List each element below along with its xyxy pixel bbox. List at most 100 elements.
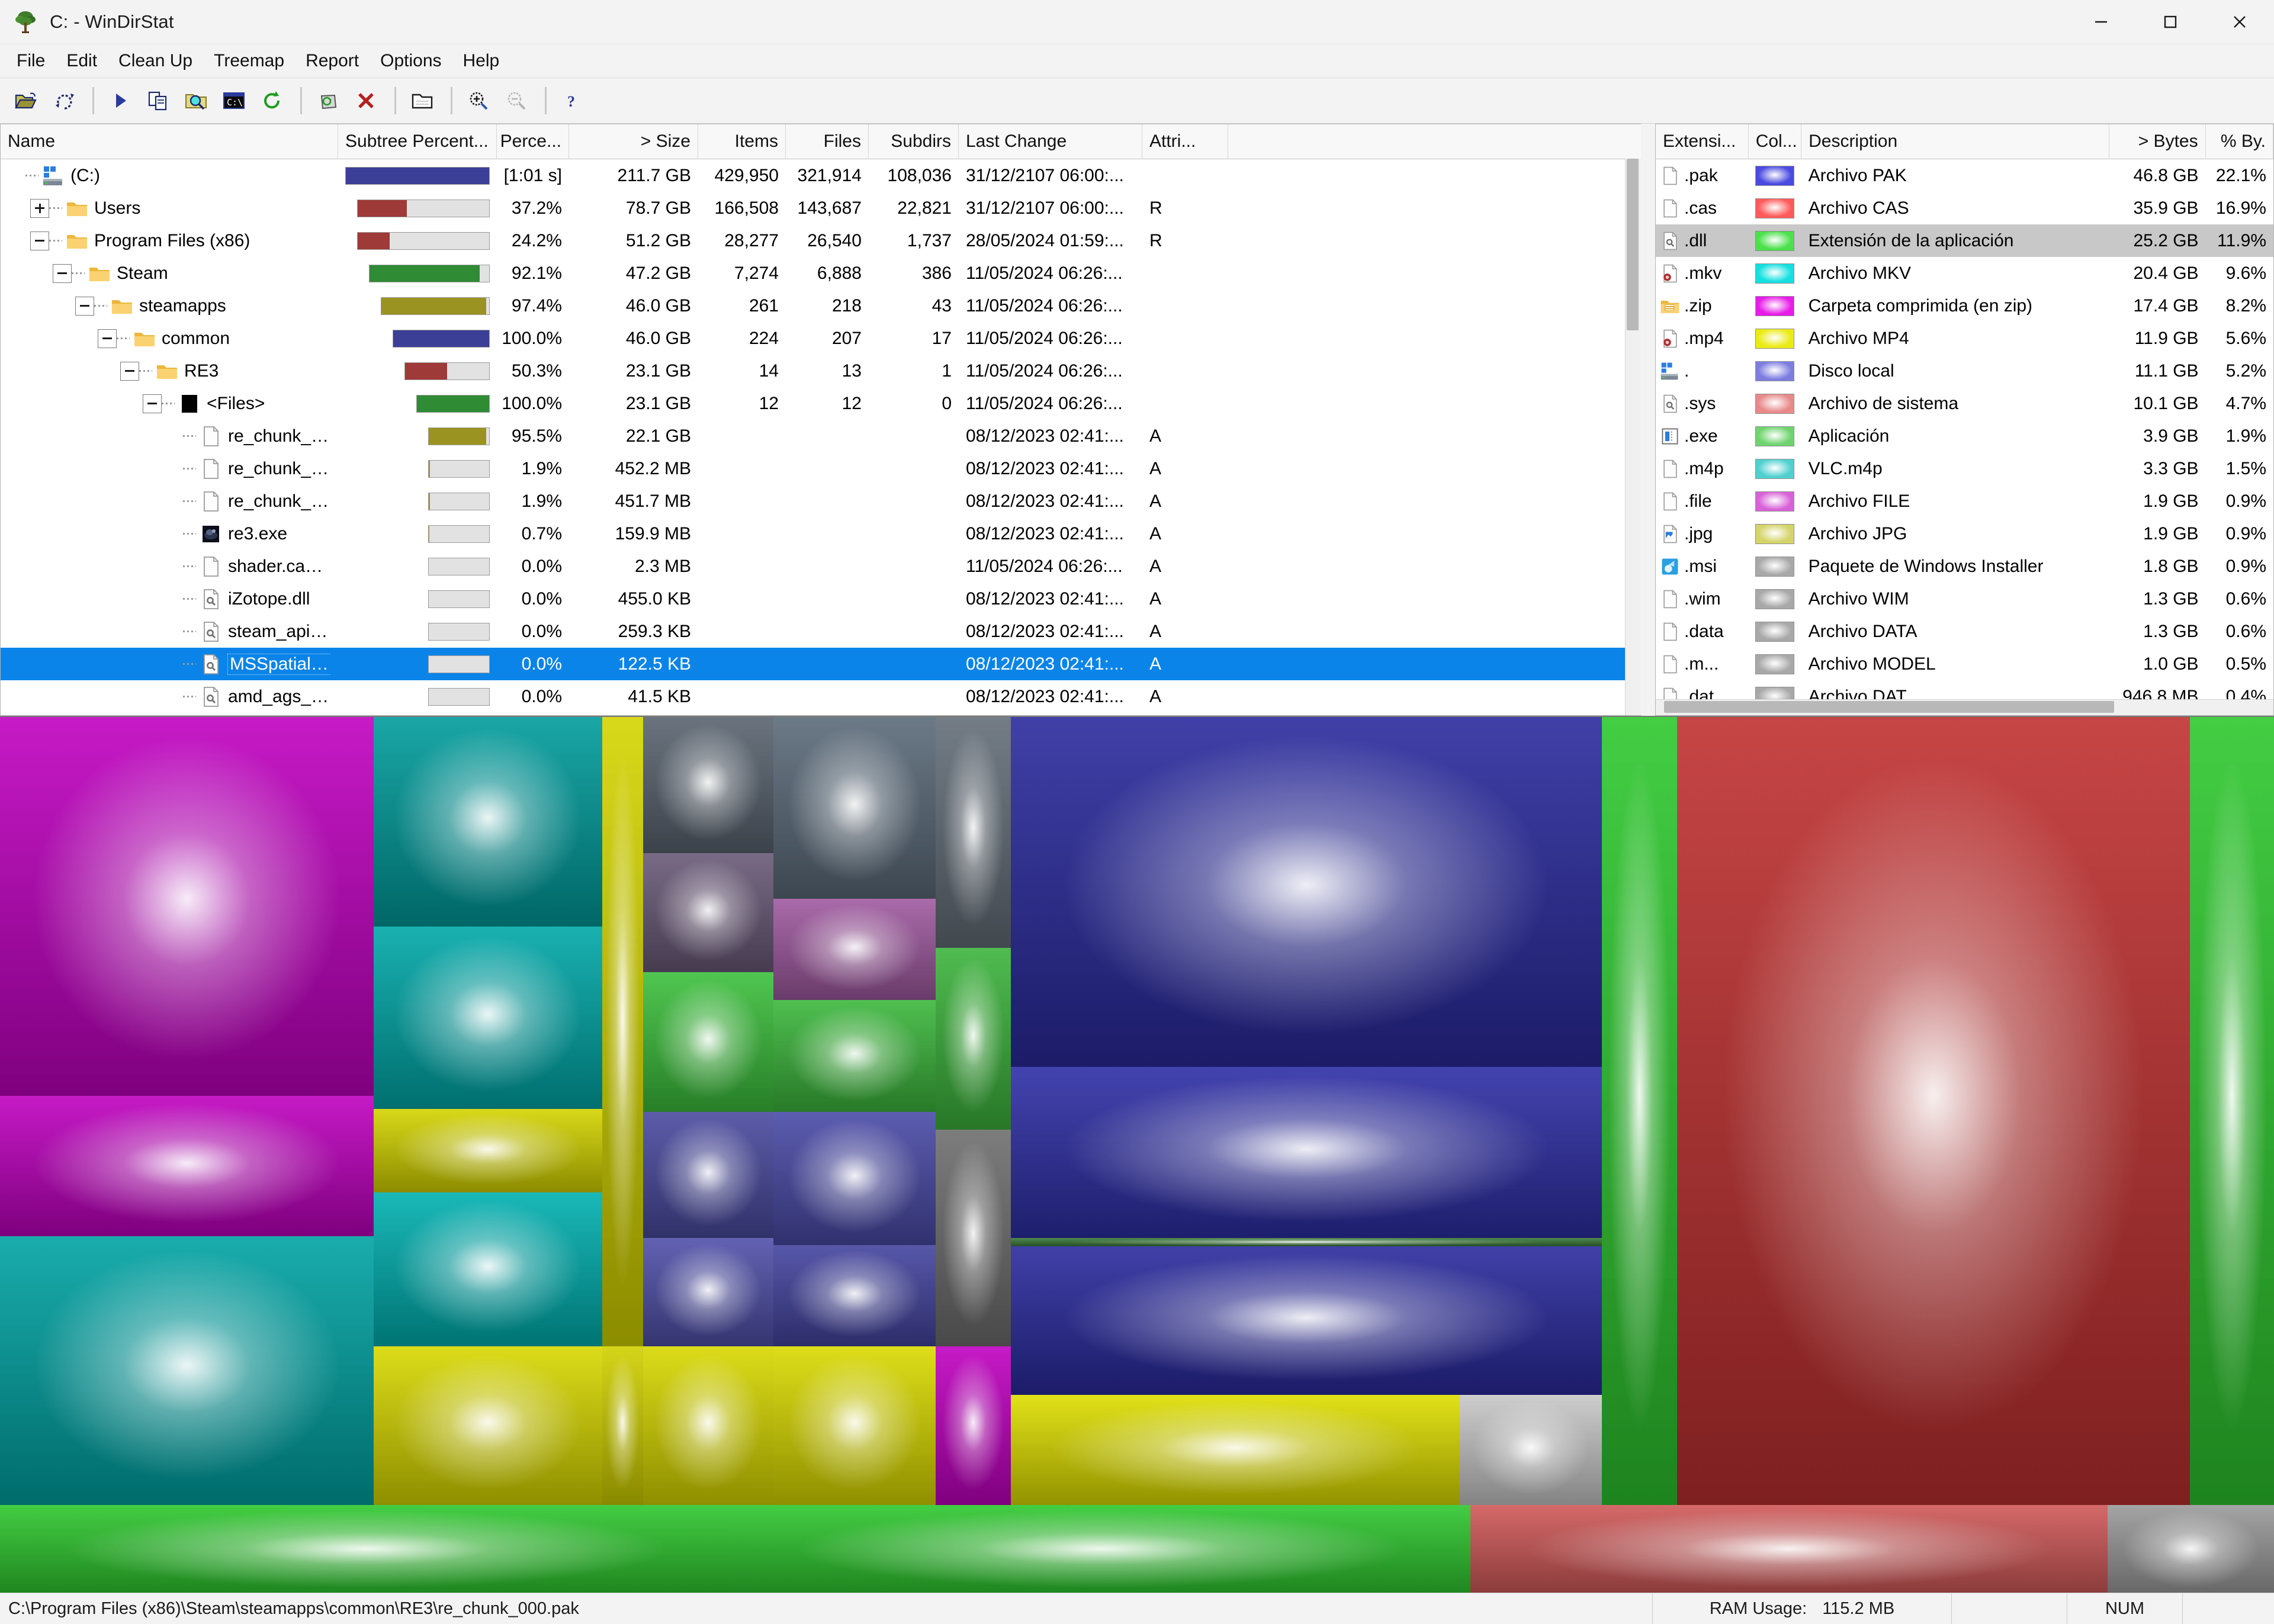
tree-column-header-3[interactable]: > Size <box>569 124 698 159</box>
collapse-icon[interactable] <box>53 263 72 283</box>
treemap-tile[interactable] <box>643 717 774 854</box>
tree-column-header-0[interactable]: Name <box>1 124 338 159</box>
treemap-tile[interactable] <box>1011 1394 1460 1506</box>
table-row[interactable]: re_chunk_000.pak 95.5% 22.1 GB 08/12/2023 0… <box>1 420 1641 452</box>
recycle-bin-icon[interactable] <box>310 83 346 118</box>
list-item[interactable]: .wim Archivo WIM 1.3 GB 0.6% <box>1656 583 2273 615</box>
treemap-tile[interactable] <box>0 1096 374 1236</box>
treemap-tile[interactable] <box>643 1346 774 1506</box>
menu-options[interactable]: Options <box>370 47 452 75</box>
list-item[interactable]: .mkv Archivo MKV 20.4 GB 9.6% <box>1656 257 2273 290</box>
table-row[interactable]: amd_ags_x64.dll 0.0% 41.5 KB 08/12/2023 02:… <box>1 680 1641 713</box>
open-folder-icon[interactable] <box>8 83 44 118</box>
treemap-tile[interactable] <box>773 1000 936 1112</box>
treemap-tile[interactable] <box>374 1346 603 1506</box>
extension-column-header-0[interactable]: Extensi... <box>1656 124 1749 159</box>
collapse-icon[interactable] <box>143 394 162 413</box>
table-row[interactable]: <Files> 100.0% 23.1 GB 12 12 0 11/05/2024 06:2… <box>1 387 1641 420</box>
extension-column-header-4[interactable]: % By. <box>2206 124 2273 159</box>
list-item[interactable]: .m4p VLC.m4p 3.3 GB 1.5% <box>1656 452 2273 485</box>
menu-report[interactable]: Report <box>295 47 370 75</box>
treemap-tile[interactable] <box>936 717 1011 948</box>
treemap-tile[interactable] <box>1011 1238 1602 1247</box>
treemap-tile[interactable] <box>602 1346 643 1506</box>
treemap-tile[interactable] <box>643 1112 774 1239</box>
treemap-view[interactable] <box>0 716 2274 1593</box>
treemap-tile[interactable] <box>0 1505 732 1593</box>
treemap-tile[interactable] <box>1011 717 1602 1067</box>
treemap-tile[interactable] <box>936 947 1011 1130</box>
menu-treemap[interactable]: Treemap <box>203 47 295 75</box>
tree-vertical-scrollbar[interactable] <box>1625 159 1641 715</box>
table-row[interactable]: re_chunk_000.pa... 1.9% 451.7 MB 08/12/2023… <box>1 485 1641 517</box>
extension-column-header-1[interactable]: Col... <box>1749 124 1802 159</box>
tree-column-header-7[interactable]: Last Change <box>959 124 1142 159</box>
list-item[interactable]: .file Archivo FILE 1.9 GB 0.9% <box>1656 485 2273 517</box>
rescan-icon[interactable] <box>46 83 82 118</box>
tree-scroll-thumb[interactable] <box>1627 159 1639 330</box>
menu-file[interactable]: File <box>6 47 56 75</box>
command-prompt-icon[interactable]: C:\ <box>216 83 252 118</box>
table-row[interactable]: iZotope.dll 0.0% 455.0 KB 08/12/2023 02:41:… <box>1 583 1641 615</box>
collapse-icon[interactable] <box>98 329 117 348</box>
treemap-tile[interactable] <box>643 1238 774 1347</box>
help-icon[interactable]: ? <box>555 83 590 118</box>
pane-splitter[interactable] <box>1641 124 1655 716</box>
treemap-tile[interactable] <box>773 1244 936 1347</box>
list-item[interactable]: .m... Archivo MODEL 1.0 GB 0.5% <box>1656 648 2273 680</box>
table-row[interactable]: Steam 92.1% 47.2 GB 7,274 6,888 386 11/05/2024… <box>1 257 1641 290</box>
explorer-here-icon[interactable] <box>178 83 214 118</box>
delete-icon[interactable] <box>348 83 384 118</box>
menu-edit[interactable]: Edit <box>56 47 108 75</box>
treemap-tile[interactable] <box>1011 1246 1602 1395</box>
treemap-tile[interactable] <box>773 899 936 1001</box>
parent-folder-icon[interactable] <box>404 83 440 118</box>
treemap-tile[interactable] <box>773 717 936 899</box>
close-icon[interactable] <box>2205 0 2274 44</box>
list-item[interactable]: .msi Paquete de Windows Installer 1.8 GB 0.… <box>1656 550 2273 583</box>
tree-column-header-2[interactable]: Perce... <box>497 124 569 159</box>
collapse-icon[interactable] <box>30 231 49 250</box>
treemap-tile[interactable] <box>0 717 374 1096</box>
zoom-out-icon[interactable] <box>499 83 534 118</box>
treemap-tile[interactable] <box>0 1236 374 1506</box>
extension-column-header-3[interactable]: > Bytes <box>2109 124 2206 159</box>
extension-scroll-thumb[interactable] <box>1664 701 2114 713</box>
treemap-tile[interactable] <box>602 717 643 1347</box>
list-item[interactable]: .pak Archivo PAK 46.8 GB 22.1% <box>1656 159 2273 192</box>
minimize-icon[interactable] <box>2066 0 2135 44</box>
collapse-icon[interactable] <box>120 361 139 381</box>
table-row[interactable]: shader.cache2 0.0% 2.3 MB 11/05/2024 06:26:… <box>1 550 1641 583</box>
list-item[interactable]: .mp4 Archivo MP4 11.9 GB 5.6% <box>1656 322 2273 355</box>
list-item[interactable]: . Disco local 11.1 GB 5.2% <box>1656 355 2273 387</box>
treemap-tile[interactable] <box>1470 1505 2108 1593</box>
tree-column-header-8[interactable]: Attri... <box>1142 124 1228 159</box>
treemap-tile[interactable] <box>1602 717 1678 1506</box>
table-row[interactable]: steam_api64.dll 0.0% 259.3 KB 08/12/2023 02… <box>1 615 1641 648</box>
zoom-in-icon[interactable] <box>461 83 496 118</box>
list-item[interactable]: .exe Aplicación 3.9 GB 1.9% <box>1656 420 2273 452</box>
table-row[interactable]: re3.exe 0.7% 159.9 MB 08/12/2023 02:41:... A <box>1 517 1641 550</box>
treemap-tile[interactable] <box>374 1108 603 1193</box>
treemap-tile[interactable] <box>1460 1394 1602 1506</box>
treemap-tile[interactable] <box>374 927 603 1109</box>
treemap-tile[interactable] <box>2107 1505 2274 1593</box>
tree-column-header-6[interactable]: Subdirs <box>869 124 959 159</box>
expand-icon[interactable] <box>30 198 49 218</box>
treemap-tile[interactable] <box>731 1505 1470 1593</box>
treemap-tile[interactable] <box>374 1192 603 1347</box>
treemap-tile[interactable] <box>936 1346 1011 1506</box>
table-row[interactable]: Program Files (x86) 24.2% 51.2 GB 28,277 26,… <box>1 224 1641 257</box>
tree-column-header-1[interactable]: Subtree Percent... <box>338 124 497 159</box>
treemap-tile[interactable] <box>643 853 774 973</box>
tree-column-header-5[interactable]: Files <box>786 124 869 159</box>
treemap-tile[interactable] <box>374 717 603 927</box>
treemap-tile[interactable] <box>936 1130 1011 1347</box>
copy-icon[interactable] <box>140 83 176 118</box>
list-item[interactable]: .jpg Archivo JPG 1.9 GB 0.9% <box>1656 517 2273 550</box>
list-item[interactable]: .data Archivo DATA 1.3 GB 0.6% <box>1656 615 2273 648</box>
table-row[interactable]: Users 37.2% 78.7 GB 166,508 143,687 22,821 31/… <box>1 192 1641 224</box>
continue-play-icon[interactable] <box>102 83 138 118</box>
table-row[interactable]: steamapps 97.4% 46.0 GB 261 218 43 11/05/2024 … <box>1 290 1641 322</box>
treemap-tile[interactable] <box>1677 717 2191 1506</box>
